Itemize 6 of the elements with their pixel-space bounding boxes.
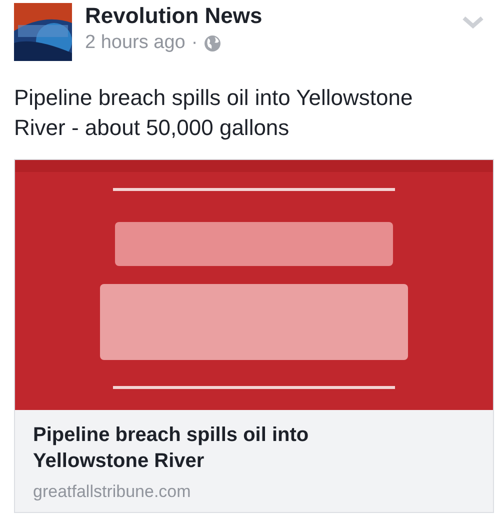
separator: · [191, 32, 198, 54]
link-domain: greatfallstribune.com [33, 482, 192, 502]
post-text: Pipeline breach spills oil into Yellowstone River - about 50,000 gallons [14, 84, 414, 142]
author-name[interactable]: Revolution News [85, 3, 449, 29]
globe-icon [204, 34, 221, 52]
link-title[interactable]: Pipeline breach spills oil into Yellowstone River [33, 422, 475, 474]
